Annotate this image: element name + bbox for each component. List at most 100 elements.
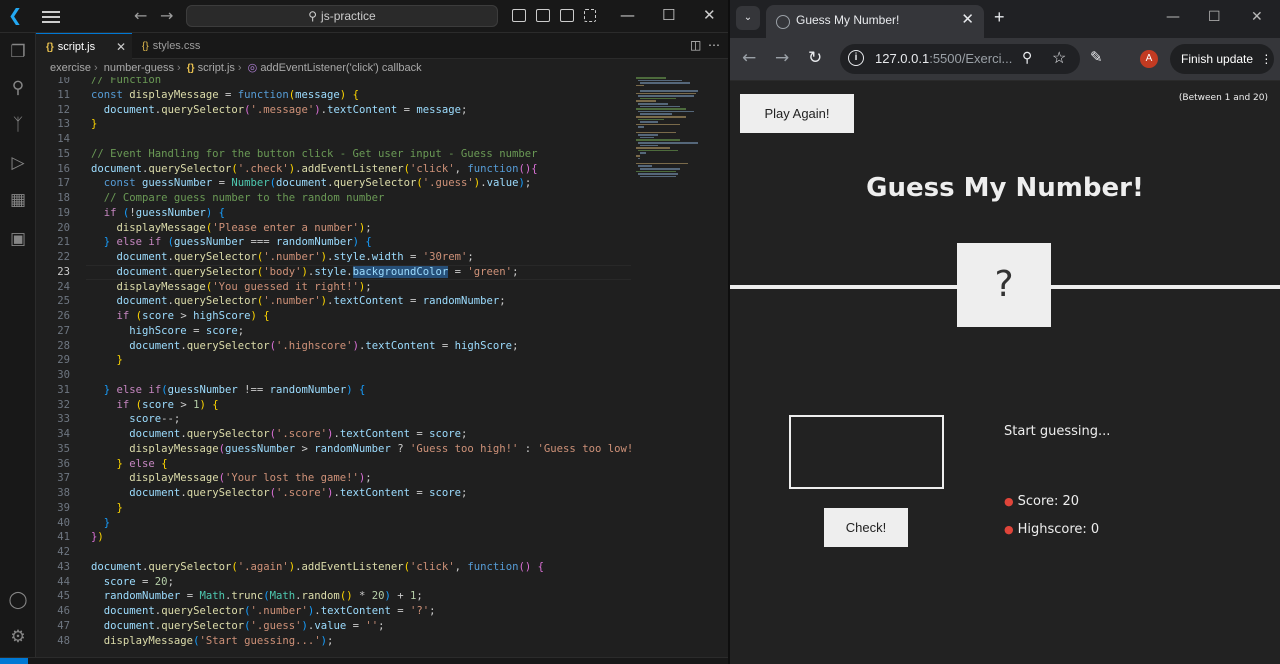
- split-editor-icon[interactable]: ◫: [690, 38, 701, 52]
- code-line[interactable]: 30: [36, 368, 636, 383]
- code-line[interactable]: 17 const guessNumber = Number(document.q…: [36, 176, 636, 191]
- guess-input[interactable]: [789, 415, 944, 489]
- code-line[interactable]: 24 displayMessage('You guessed it right!…: [36, 280, 636, 295]
- code-line[interactable]: 14: [36, 132, 636, 147]
- code-text: const guessNumber = Number(document.quer…: [103, 177, 532, 190]
- code-line[interactable]: 32 if (score > 1) {: [36, 398, 636, 413]
- search-icon[interactable]: ⚲: [8, 78, 28, 98]
- code-line[interactable]: 44 score = 20;: [36, 575, 636, 590]
- customize-layout-icon[interactable]: [584, 9, 596, 22]
- code-line[interactable]: 16 document.querySelector('.check').addEv…: [36, 162, 636, 177]
- back-arrow-icon[interactable]: ←: [742, 48, 756, 68]
- hamburger-menu-icon[interactable]: [42, 8, 60, 24]
- code-line[interactable]: 42: [36, 545, 636, 560]
- finish-update-label: Finish update: [1181, 52, 1254, 66]
- close-icon[interactable]: ✕: [703, 6, 716, 24]
- code-line[interactable]: 38 document.querySelector('.score').text…: [36, 486, 636, 501]
- code-line[interactable]: 43 document.querySelector('.again').addEv…: [36, 560, 636, 575]
- code-line[interactable]: 46 document.querySelector('.number').tex…: [36, 604, 636, 619]
- line-number: 32: [57, 398, 70, 411]
- address-bar[interactable]: i 127.0.0.1:5500/Exerci... ⚲ ☆: [840, 44, 1080, 74]
- reload-icon[interactable]: ↻: [808, 48, 822, 68]
- breadcrumb-symbol[interactable]: addEventListener('click') callback: [260, 62, 421, 74]
- remote-indicator[interactable]: [0, 658, 28, 664]
- minimize-icon[interactable]: —: [1166, 9, 1180, 25]
- code-line[interactable]: 34 document.querySelector('.score').text…: [36, 427, 636, 442]
- play-again-button[interactable]: Play Again!: [740, 94, 854, 133]
- code-line[interactable]: 39 }: [36, 501, 636, 516]
- forward-arrow-icon[interactable]: →: [775, 48, 789, 68]
- code-line[interactable]: 28 document.querySelector('.highscore').…: [36, 339, 636, 354]
- code-line[interactable]: 41}): [36, 530, 636, 545]
- finish-update-button[interactable]: Finish update ⋮: [1170, 44, 1274, 74]
- code-line[interactable]: 29 }: [36, 353, 636, 368]
- explorer-icon[interactable]: ❐: [8, 42, 28, 62]
- code-line[interactable]: 47 document.querySelector('.guess').valu…: [36, 619, 636, 634]
- minimap-line: [636, 116, 686, 118]
- breadcrumb-folder[interactable]: exercise: [50, 62, 91, 74]
- code-line[interactable]: 10 // Function: [36, 77, 636, 88]
- tab-styles-css[interactable]: {} styles.css: [132, 33, 224, 59]
- code-line[interactable]: 12 document.querySelector('.message').te…: [36, 103, 636, 118]
- code-line[interactable]: 35 displayMessage(guessNumber > randomNu…: [36, 442, 636, 457]
- code-line[interactable]: 48 displayMessage('Start guessing...');: [36, 634, 636, 649]
- minimap[interactable]: [636, 77, 722, 197]
- tab-script-js[interactable]: {} script.js ✕: [36, 33, 132, 59]
- code-line[interactable]: 20 displayMessage('Please enter a number…: [36, 221, 636, 236]
- profile-avatar[interactable]: A: [1140, 50, 1158, 68]
- code-line[interactable]: 21 } else if (guessNumber === randomNumb…: [36, 235, 636, 250]
- code-line[interactable]: 37 displayMessage('Your lost the game!')…: [36, 471, 636, 486]
- toggle-panel-icon[interactable]: [536, 9, 550, 22]
- minimize-icon[interactable]: —: [620, 6, 635, 24]
- breadcrumb-file[interactable]: script.js: [198, 62, 235, 74]
- command-center-search[interactable]: ⚲ js-practice: [186, 5, 498, 27]
- zoom-magnifier-icon[interactable]: ⚲: [1022, 49, 1032, 66]
- browser-tab-active[interactable]: Guess My Number! ✕: [766, 5, 984, 38]
- code-line[interactable]: 25 document.querySelector('.number').tex…: [36, 294, 636, 309]
- toggle-secondary-sidebar-icon[interactable]: [560, 9, 574, 22]
- source-control-icon[interactable]: ᛉ: [8, 115, 28, 135]
- settings-gear-icon[interactable]: ⚙: [8, 627, 28, 647]
- check-button[interactable]: Check!: [824, 508, 908, 547]
- code-line[interactable]: 40 }: [36, 516, 636, 531]
- code-line[interactable]: 45 randomNumber = Math.trunc(Math.random…: [36, 589, 636, 604]
- line-number: 28: [57, 339, 70, 352]
- remote-explorer-icon[interactable]: ▣: [8, 229, 28, 249]
- run-debug-icon[interactable]: ▷: [8, 153, 28, 173]
- tab-search-chevron-icon[interactable]: ⌄: [736, 6, 760, 30]
- code-line[interactable]: 22 document.querySelector('.number').sty…: [36, 250, 636, 265]
- code-line[interactable]: 19 if (!guessNumber) {: [36, 206, 636, 221]
- browser-tab-title: Guess My Number!: [796, 13, 900, 27]
- code-line[interactable]: 11 const displayMessage = function(messag…: [36, 88, 636, 103]
- line-number: 31: [57, 383, 70, 396]
- extensions-icon[interactable]: ▦: [8, 190, 28, 210]
- extensions-puzzle-icon[interactable]: ✎: [1090, 48, 1103, 66]
- accounts-icon[interactable]: ◯: [8, 590, 28, 610]
- back-arrow-icon[interactable]: ←: [134, 6, 147, 25]
- code-line[interactable]: 31 } else if(guessNumber !== randomNumbe…: [36, 383, 636, 398]
- close-tab-icon[interactable]: ✕: [116, 34, 126, 60]
- code-line[interactable]: 18 // Compare guess number to the random…: [36, 191, 636, 206]
- more-actions-icon[interactable]: ⋯: [708, 38, 720, 52]
- maximize-icon[interactable]: ☐: [1208, 9, 1221, 25]
- forward-arrow-icon[interactable]: →: [160, 6, 173, 25]
- close-tab-icon[interactable]: ✕: [961, 10, 974, 28]
- line-number: 36: [57, 457, 70, 470]
- code-line[interactable]: 23 document.querySelector('body').style.…: [36, 264, 636, 280]
- maximize-icon[interactable]: ☐: [662, 6, 675, 24]
- code-line[interactable]: 15 // Event Handling for the button click…: [36, 147, 636, 162]
- code-line[interactable]: 27 highScore = score;: [36, 324, 636, 339]
- close-window-icon[interactable]: ✕: [1251, 9, 1263, 25]
- code-editor[interactable]: 10 // Function 11 const displayMessage = fu…: [36, 77, 636, 657]
- minimap-line: [638, 134, 658, 136]
- toggle-primary-sidebar-icon[interactable]: [512, 9, 526, 22]
- breadcrumb-folder[interactable]: number-guess: [104, 62, 174, 74]
- bookmark-star-icon[interactable]: ☆: [1052, 48, 1066, 68]
- code-line[interactable]: 33 score--;: [36, 412, 636, 427]
- new-tab-plus-icon[interactable]: +: [994, 7, 1005, 28]
- code-line[interactable]: 26 if (score > highScore) {: [36, 309, 636, 324]
- minimap-line: [638, 103, 668, 105]
- site-info-icon[interactable]: i: [848, 50, 864, 66]
- code-line[interactable]: 13}: [36, 117, 636, 132]
- code-line[interactable]: 36 } else {: [36, 457, 636, 472]
